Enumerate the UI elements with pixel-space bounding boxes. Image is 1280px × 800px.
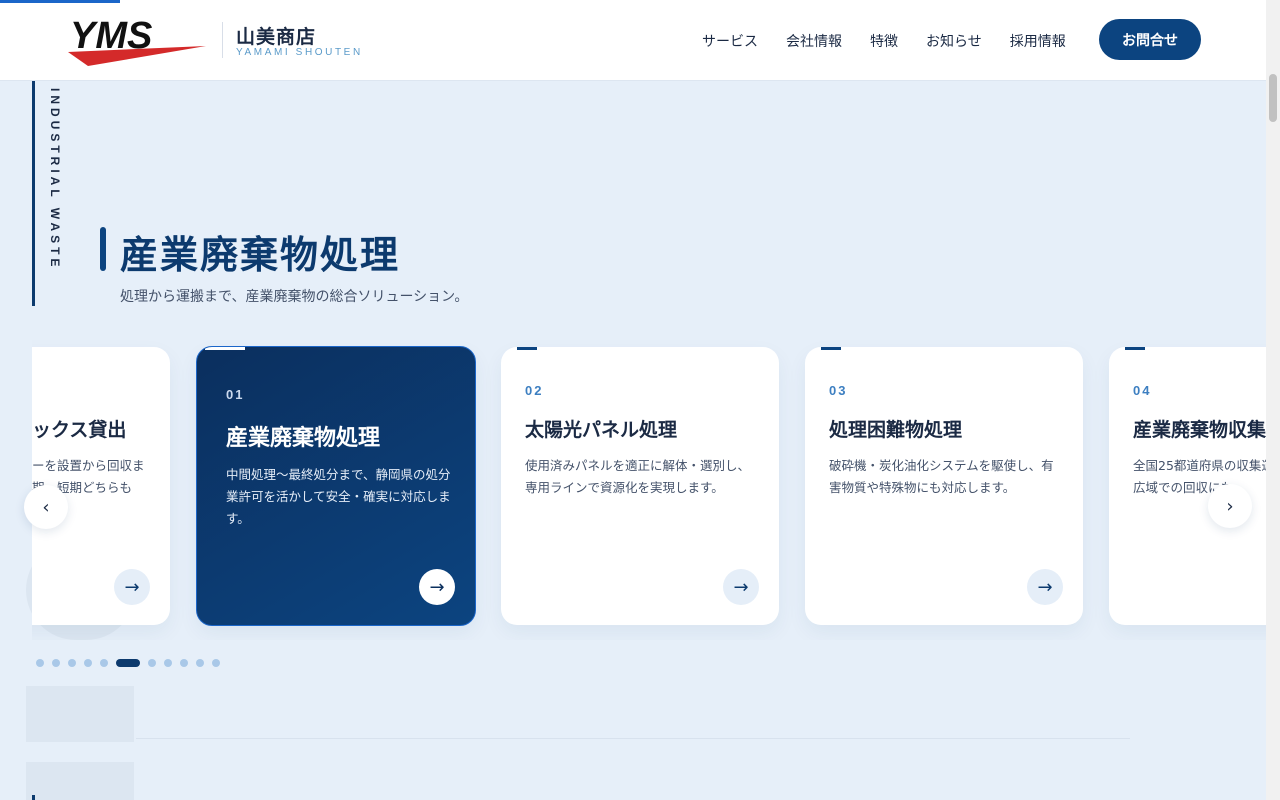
- main-nav: サービス 会社情報 特徴 お知らせ 採用情報: [702, 31, 1094, 51]
- site-header: YMS 山美商店 YAMAMI SHOUTEN サービス 会社情報 特徴 お知ら…: [0, 0, 1266, 81]
- card-arrow-button[interactable]: →: [723, 569, 759, 605]
- card-description: 中間処理〜最終処分まで、静岡県の処分業許可を活かして安全・確実に対応します。: [226, 467, 451, 526]
- yms-logo[interactable]: YMS: [68, 16, 206, 66]
- nav-item-company[interactable]: 会社情報: [786, 31, 842, 51]
- service-card-industrial-waste[interactable]: 01 産業廃棄物処理 中間処理〜最終処分まで、静岡県の処分業許可を活かして安全・…: [196, 346, 476, 626]
- card-title: 産業廃棄物収集: [1133, 419, 1266, 441]
- nav-item-news[interactable]: お知らせ: [926, 31, 982, 51]
- card-number: 01: [226, 387, 245, 402]
- section-subtitle: 処理から運搬まで、産業廃棄物の総合ソリューション。: [120, 289, 469, 305]
- nav-item-features[interactable]: 特徴: [870, 31, 898, 51]
- page-progress-bar: [0, 0, 120, 3]
- chevron-right-icon: ›: [1226, 495, 1234, 517]
- pagination-dot[interactable]: [180, 659, 188, 667]
- card-description: 破砕機・炭化油化システムを駆使し、有害物質や特殊物にも対応します。: [829, 458, 1054, 495]
- pagination-dot[interactable]: [100, 659, 108, 667]
- vertical-accent-line: [32, 81, 35, 306]
- nav-item-services[interactable]: サービス: [702, 31, 758, 51]
- card-arrow-button[interactable]: →: [114, 569, 150, 605]
- services-carousel: ックス貸出 ーを設置から回収ま 期・短期どちらも → 01 産業廃棄物処理 中間…: [32, 340, 1266, 640]
- vertical-section-label: INDUSTRIAL WASTE: [48, 88, 62, 271]
- carousel-next-button[interactable]: ›: [1208, 484, 1252, 528]
- card-title: 産業廃棄物処理: [226, 425, 381, 451]
- logo-text: YMS: [70, 16, 152, 57]
- card-arrow-button[interactable]: →: [1027, 569, 1063, 605]
- section-title: 産業廃棄物処理: [120, 232, 401, 277]
- scrollbar-thumb[interactable]: [1269, 74, 1277, 122]
- service-card-solar-panel[interactable]: 02 太陽光パネル処理 使用済みパネルを適正に解体・選別し、専用ラインで資源化を…: [501, 347, 779, 625]
- background-decoration: [26, 762, 134, 800]
- pagination-dot[interactable]: [212, 659, 220, 667]
- nav-item-recruit[interactable]: 採用情報: [1010, 31, 1066, 51]
- brand-divider: [222, 22, 223, 58]
- chevron-left-icon: ‹: [42, 496, 50, 518]
- background-decoration: [26, 686, 134, 742]
- pagination-dot[interactable]: [164, 659, 172, 667]
- pagination-dot[interactable]: [148, 659, 156, 667]
- brand-name[interactable]: 山美商店: [236, 22, 316, 49]
- pagination-dot[interactable]: [84, 659, 92, 667]
- card-number: 04: [1133, 383, 1152, 398]
- card-title: ックス貸出: [32, 419, 127, 441]
- service-card-waste-collection[interactable]: 04 産業廃棄物収集 全国25都道府県の収集運搬許可を保有。広域での回収にも →: [1109, 347, 1266, 625]
- section-divider: [136, 738, 1130, 739]
- pagination-dot[interactable]: [196, 659, 204, 667]
- card-arrow-button[interactable]: →: [419, 569, 455, 605]
- card-description: 使用済みパネルを適正に解体・選別し、専用ラインで資源化を実現します。: [525, 458, 751, 495]
- carousel-pagination: [36, 659, 220, 667]
- title-accent-bar: [100, 227, 106, 271]
- contact-button[interactable]: お問合せ: [1099, 19, 1201, 60]
- pagination-dot[interactable]: [36, 659, 44, 667]
- pagination-dot[interactable]: [116, 659, 140, 667]
- service-card-difficult-waste[interactable]: 03 処理困難物処理 破砕機・炭化油化システムを駆使し、有害物質や特殊物にも対応…: [805, 347, 1083, 625]
- next-section-accent-line: [32, 795, 35, 800]
- pagination-dot[interactable]: [52, 659, 60, 667]
- card-number: 03: [829, 383, 848, 398]
- brand-subname: YAMAMI SHOUTEN: [236, 47, 363, 58]
- card-number: 02: [525, 383, 544, 398]
- carousel-prev-button[interactable]: ‹: [24, 485, 68, 529]
- card-title: 処理困難物処理: [829, 419, 963, 441]
- pagination-dot[interactable]: [68, 659, 76, 667]
- card-title: 太陽光パネル処理: [525, 419, 678, 441]
